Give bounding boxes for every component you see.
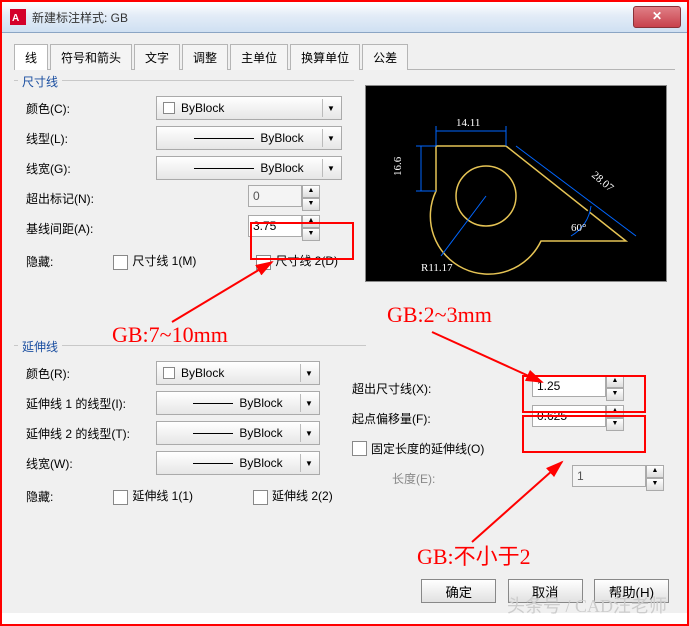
offset-origin-spinner[interactable]: ▲▼ [532,405,614,431]
offset-origin-label: 起点偏移量(F): [352,410,492,427]
spinner-up-icon[interactable]: ▲ [646,465,664,478]
preview-dim-left: 16.6 [392,156,404,176]
length-label: 长度(E): [352,470,532,487]
close-button[interactable]: ✕ [633,6,681,28]
spinner-down-icon[interactable]: ▼ [302,228,320,241]
chevron-down-icon: ▼ [300,364,317,382]
tabstrip: 线 符号和箭头 文字 调整 主单位 换算单位 公差 [14,43,675,70]
preview-dim-angle: 60° [571,222,586,234]
tab-lines[interactable]: 线 [14,44,48,70]
ext-suppress1-label: 延伸线 1(1) [132,489,193,503]
baseline-spacing-spinner[interactable]: ▲▼ [248,215,308,241]
ext-suppress-label: 隐藏: [26,488,53,505]
chevron-down-icon: ▼ [322,159,339,177]
window-title: 新建标注样式: GB [32,9,128,26]
dim-linetype-combo[interactable]: ByBlock ▼ [156,126,342,150]
preview-dim-radius: R11.17 [421,262,453,274]
ext-lines-group-label: 延伸线 [18,338,62,355]
ext-ticks-label: 超出标记(N): [26,190,156,207]
ext-beyond-dim-spinner[interactable]: ▲▼ [532,375,614,401]
spinner-down-icon[interactable]: ▼ [302,198,320,211]
titlebar: A 新建标注样式: GB ✕ [2,2,687,33]
dim-lineweight-value: ByBlock [260,161,303,175]
tab-alternate[interactable]: 换算单位 [290,44,360,70]
ext-ticks-spinner[interactable]: ▲▼ [248,185,308,211]
dim-suppress2-label: 尺寸线 2(D) [275,254,338,268]
annotation-text-baseline: GB:7~10mm [112,322,228,348]
ext-linetype1-value: ByBlock [239,396,282,410]
preview-dim-top: 14.11 [456,117,480,129]
offset-origin-input[interactable] [532,405,606,427]
baseline-spacing-label: 基线间距(A): [26,220,156,237]
dim-lines-group-label: 尺寸线 [18,73,62,90]
ext-color-value: ByBlock [181,366,224,380]
chevron-down-icon: ▼ [300,424,317,442]
ext-color-combo[interactable]: ByBlock ▼ [156,361,320,385]
dim-suppress1-label: 尺寸线 1(M) [132,254,196,268]
annotation-text-offset: GB:不小于2 [417,539,531,571]
chevron-down-icon: ▼ [322,99,339,117]
ext-linetype2-combo[interactable]: ByBlock ▼ [156,421,320,445]
baseline-spacing-input[interactable] [248,215,302,237]
fixed-len-checkbox[interactable] [352,441,367,456]
ext-suppress1-checkbox[interactable] [113,490,128,505]
ext-color-label: 颜色(R): [26,365,156,382]
svg-text:A: A [12,13,19,24]
preview-dim-slant: 28.07 [589,169,616,194]
tab-fit[interactable]: 调整 [182,44,228,70]
ok-button[interactable]: 确定 [421,579,496,603]
fixed-len-label: 固定长度的延伸线(O) [371,440,484,457]
spinner-up-icon[interactable]: ▲ [302,215,320,228]
spinner-up-icon[interactable]: ▲ [606,405,624,418]
chevron-down-icon: ▼ [300,454,317,472]
dim-suppress1-checkbox[interactable] [113,255,128,270]
ext-beyond-dim-label: 超出尺寸线(X): [352,380,492,397]
spinner-down-icon[interactable]: ▼ [606,388,624,401]
chevron-down-icon: ▼ [322,129,339,147]
dimstyle-preview: 14.11 16.6 R11.17 60° 28.07 [365,85,667,282]
ext-linetype1-label: 延伸线 1 的线型(I): [26,395,156,412]
ext-lineweight-combo[interactable]: ByBlock ▼ [156,451,320,475]
ext-lineweight-label: 线宽(W): [26,455,156,472]
chevron-down-icon: ▼ [300,394,317,412]
length-spinner[interactable]: ▲▼ [572,465,654,491]
spinner-down-icon[interactable]: ▼ [606,418,624,431]
dim-suppress-label: 隐藏: [26,253,53,270]
ext-ticks-input[interactable] [248,185,302,207]
ext-suppress2-label: 延伸线 2(2) [272,489,333,503]
tab-symbols[interactable]: 符号和箭头 [50,44,132,70]
ext-linetype2-value: ByBlock [239,426,282,440]
dim-lineweight-combo[interactable]: ByBlock ▼ [156,156,342,180]
length-input[interactable] [572,465,646,487]
ext-suppress2-checkbox[interactable] [253,490,268,505]
ext-linetype2-label: 延伸线 2 的线型(T): [26,425,156,442]
spinner-up-icon[interactable]: ▲ [302,185,320,198]
dim-linetype-value: ByBlock [260,131,303,145]
annotation-text-ext-beyond: GB:2~3mm [387,302,492,328]
dim-lineweight-label: 线宽(G): [26,160,156,177]
spinner-up-icon[interactable]: ▲ [606,375,624,388]
watermark: 头条号 / CAD汪老师 [507,592,667,618]
dim-color-value: ByBlock [181,101,224,115]
tab-text[interactable]: 文字 [134,44,180,70]
dim-suppress2-checkbox[interactable] [256,255,271,270]
dim-color-label: 颜色(C): [26,100,156,117]
dim-color-combo[interactable]: ByBlock ▼ [156,96,342,120]
ext-beyond-dim-input[interactable] [532,375,606,397]
tab-primary[interactable]: 主单位 [230,44,288,70]
dim-linetype-label: 线型(L): [26,130,156,147]
ext-linetype1-combo[interactable]: ByBlock ▼ [156,391,320,415]
ext-lineweight-value: ByBlock [239,456,282,470]
spinner-down-icon[interactable]: ▼ [646,478,664,491]
app-icon: A [10,9,26,25]
tab-tolerance[interactable]: 公差 [362,44,408,70]
